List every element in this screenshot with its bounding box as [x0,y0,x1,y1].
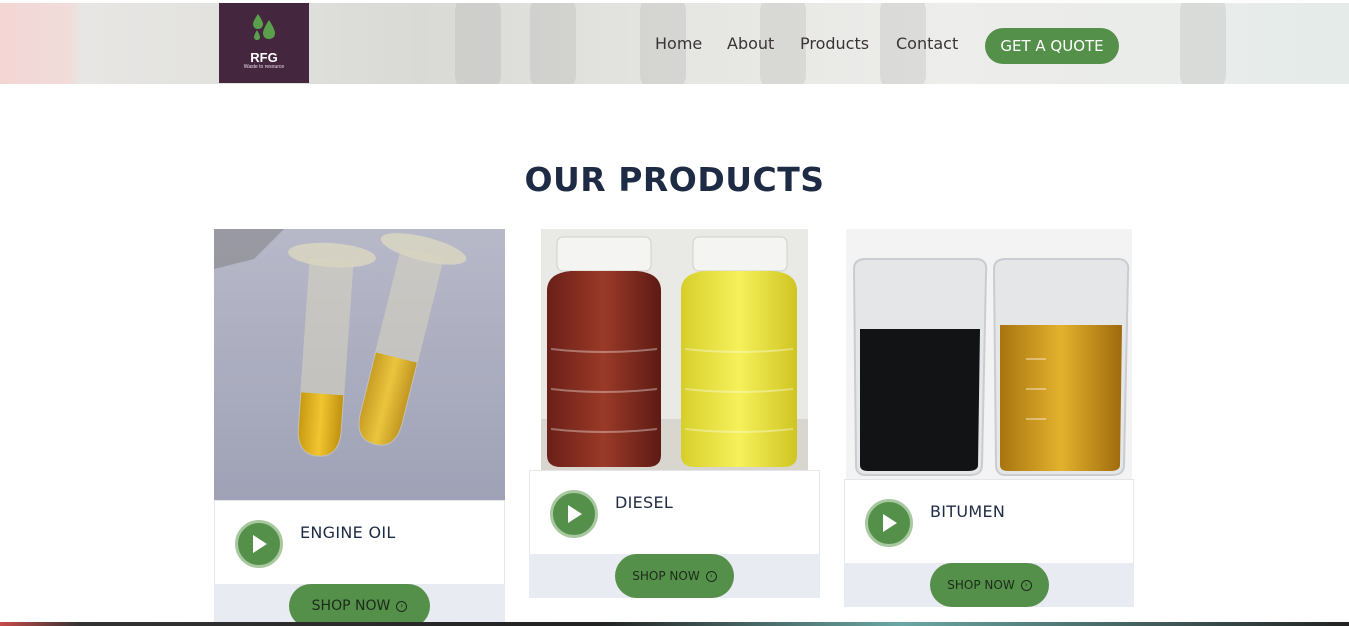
play-icon[interactable] [550,490,598,538]
oil-drops-icon [253,14,275,40]
product-info: ENGINE OIL [214,500,505,584]
fuel-bottles-image [541,229,808,470]
test-tubes-image [214,229,505,500]
nav-contact[interactable]: Contact [896,34,958,53]
logo-text: RFG [250,50,278,65]
next-section-edge [0,622,1349,626]
get-a-quote-button[interactable]: GET A QUOTE [985,28,1119,64]
shop-now-button[interactable]: SHOP NOW › [615,554,734,598]
nav-about[interactable]: About [727,34,774,53]
arrow-right-circle-icon: › [705,570,717,582]
logo-tagline: Waste to resource [243,64,285,70]
arrow-right-circle-icon: › [396,600,408,612]
product-image-bitumen[interactable] [846,229,1132,479]
arrow-right-circle-icon: › [1020,579,1032,591]
product-info: BITUMEN [844,479,1134,563]
header-bg-shape [455,3,501,84]
product-image-diesel[interactable] [541,229,808,470]
section-title: OUR PRODUCTS [524,160,825,199]
nav-home[interactable]: Home [655,34,702,53]
product-title: ENGINE OIL [300,523,396,542]
shop-now-label: SHOP NOW [311,598,391,614]
play-icon[interactable] [235,520,283,568]
product-title: BITUMEN [930,502,1006,521]
header-bg-shape [1180,3,1226,84]
product-image-engine-oil[interactable] [214,229,505,500]
product-info: DIESEL [529,470,820,554]
product-title: DIESEL [615,493,674,512]
shop-now-label: SHOP NOW [947,578,1015,592]
play-icon[interactable] [865,499,913,547]
shop-now-button[interactable]: SHOP NOW › [930,563,1049,607]
shop-now-button[interactable]: SHOP NOW › [289,584,430,626]
shop-now-label: SHOP NOW [632,569,700,583]
beakers-image [846,229,1132,479]
header-bg-shape [530,3,576,84]
site-logo[interactable]: RFG Waste to resource [219,3,309,83]
nav-products[interactable]: Products [800,34,869,53]
